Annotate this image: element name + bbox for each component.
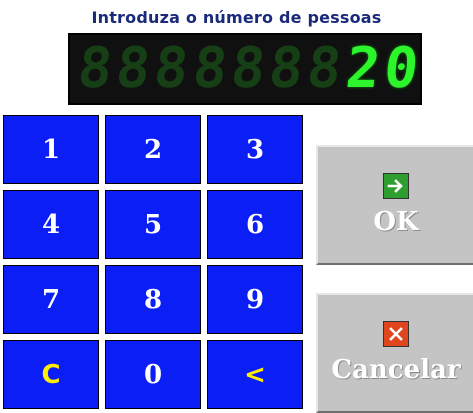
number-display: 8 8 8 8 8 8 8 2 0 <box>68 33 422 105</box>
close-icon <box>383 321 409 347</box>
cancel-button[interactable]: Cancelar <box>316 293 473 413</box>
key-4[interactable]: 4 <box>0 187 102 262</box>
key-8[interactable]: 8 <box>102 262 204 337</box>
ok-button[interactable]: OK <box>316 145 473 265</box>
display-digit: 8 <box>227 36 269 101</box>
clear-key[interactable]: C <box>0 337 102 412</box>
key-5[interactable]: 5 <box>102 187 204 262</box>
display-digit: 2 <box>342 36 383 101</box>
key-6[interactable]: 6 <box>204 187 306 262</box>
key-0[interactable]: 0 <box>102 337 204 412</box>
key-1[interactable]: 1 <box>0 112 102 187</box>
display-digit: 8 <box>151 36 192 101</box>
cancel-label: Cancelar <box>331 355 461 385</box>
display-digit: 0 <box>380 36 422 101</box>
key-9[interactable]: 9 <box>204 262 306 337</box>
display-digit: 8 <box>74 36 116 101</box>
display-digit: 8 <box>189 36 231 101</box>
prompt-title: Introduza o número de pessoas <box>91 8 382 27</box>
backspace-key[interactable]: < <box>204 337 306 412</box>
arrow-right-icon <box>383 173 409 199</box>
key-3[interactable]: 3 <box>204 112 306 187</box>
numeric-keypad: 1 2 3 4 5 6 7 8 9 C 0 < <box>0 112 306 412</box>
key-2[interactable]: 2 <box>102 112 204 187</box>
display-digit: 8 <box>304 36 345 101</box>
key-7[interactable]: 7 <box>0 262 102 337</box>
ok-label: OK <box>373 207 419 237</box>
